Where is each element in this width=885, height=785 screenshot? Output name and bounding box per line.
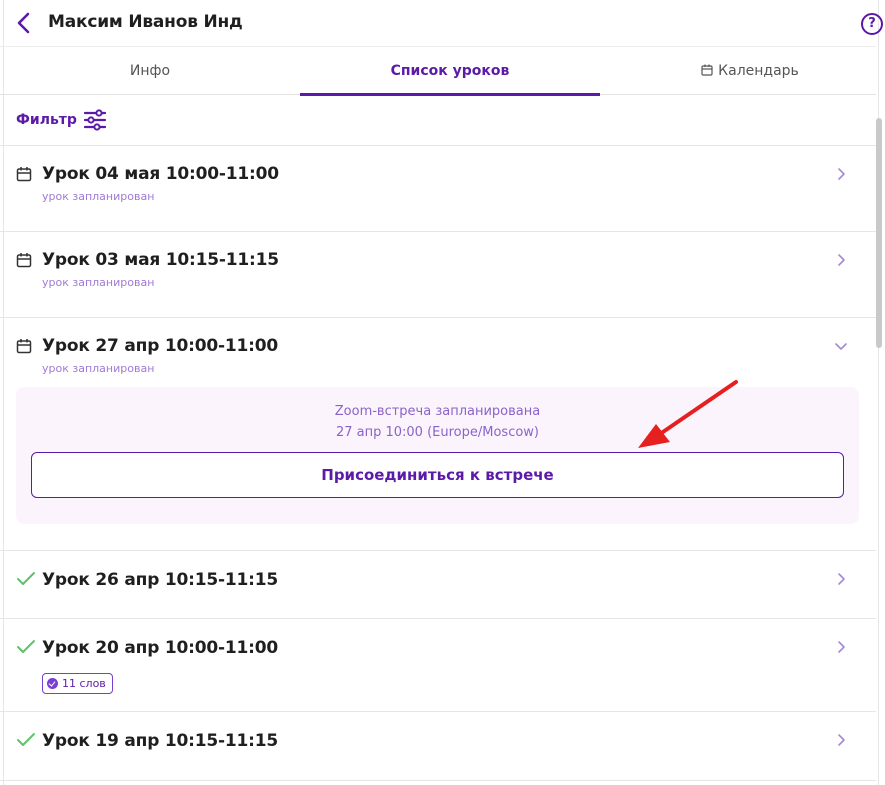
tab-info[interactable]: Инфо <box>0 47 300 95</box>
tab-calendar-label: Календарь <box>718 63 799 79</box>
lesson-row[interactable]: Урок 04 мая 10:00-11:00 урок запланирова… <box>0 145 876 232</box>
chevron-right-icon[interactable] <box>834 572 848 586</box>
lesson-row[interactable]: Урок 26 апр 10:15-11:15 <box>0 550 876 619</box>
back-button[interactable] <box>14 10 34 36</box>
chevron-right-icon[interactable] <box>834 253 848 267</box>
header: Максим Иванов Инд ? <box>0 0 883 46</box>
filter-label: Фильтр <box>16 112 77 128</box>
check-icon <box>17 572 35 585</box>
page-title: Максим Иванов Инд <box>48 12 243 32</box>
filter-sliders-icon <box>83 109 107 131</box>
chevron-right-icon[interactable] <box>834 640 848 654</box>
lesson-row[interactable]: Урок 03 мая 10:15-11:15 урок запланирова… <box>0 231 876 318</box>
words-badge-label: 11 слов <box>62 677 106 690</box>
lesson-title: Урок 26 апр 10:15-11:15 <box>42 570 278 590</box>
check-circle-icon <box>47 678 58 689</box>
tab-lessons[interactable]: Список уроков <box>300 47 600 96</box>
lesson-title: Урок 04 мая 10:00-11:00 <box>42 164 279 184</box>
tab-calendar[interactable]: Календарь <box>600 47 885 95</box>
lesson-row[interactable]: Урок 20 апр 10:00-11:00 <box>0 618 876 712</box>
calendar-icon <box>16 253 32 268</box>
calendar-icon <box>16 339 32 354</box>
chevron-right-icon[interactable] <box>834 167 848 181</box>
words-badge[interactable]: 11 слов <box>42 673 113 694</box>
lesson-status: урок запланирован <box>42 190 155 203</box>
lesson-row[interactable]: Урок 19 апр 10:15-11:15 <box>0 711 876 785</box>
divider <box>0 780 876 785</box>
lesson-title: Урок 20 апр 10:00-11:00 <box>42 638 278 658</box>
tab-lessons-label: Список уроков <box>390 63 510 79</box>
check-icon <box>17 733 35 746</box>
lesson-status: урок запланирован <box>42 276 155 289</box>
red-arrow-annotation <box>638 380 738 448</box>
lesson-title: Урок 19 апр 10:15-11:15 <box>42 731 278 751</box>
check-icon <box>17 640 35 653</box>
chevron-right-icon[interactable] <box>834 733 848 747</box>
lesson-title: Урок 03 мая 10:15-11:15 <box>42 250 279 270</box>
tab-info-label: Инфо <box>129 63 171 79</box>
calendar-icon <box>701 64 713 76</box>
lesson-title: Урок 27 апр 10:00-11:00 <box>42 336 278 356</box>
join-meeting-button[interactable]: Присоединиться к встрече <box>31 452 844 498</box>
chevron-down-icon[interactable] <box>834 339 848 353</box>
calendar-icon <box>16 167 32 182</box>
tab-bar: Инфо Список уроков Календарь <box>0 46 876 96</box>
help-button[interactable]: ? <box>861 13 883 35</box>
filter-button[interactable]: Фильтр <box>16 106 107 134</box>
chevron-left-icon[interactable] <box>14 10 34 36</box>
scrollbar[interactable] <box>876 118 882 348</box>
lesson-status: урок запланирован <box>42 362 155 375</box>
